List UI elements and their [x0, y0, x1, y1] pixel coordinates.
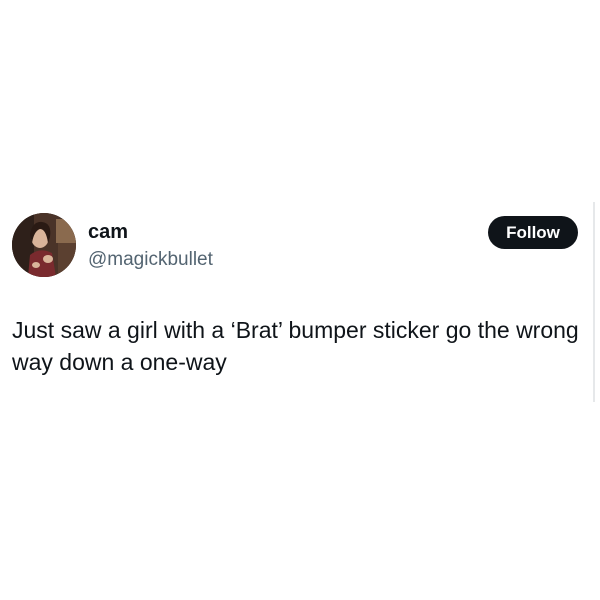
tweet-text: Just saw a girl with a ‘Brat’ bumper sti…: [12, 317, 579, 375]
profile-photo-icon: [12, 213, 76, 277]
edge-divider: [593, 202, 595, 402]
user-handle[interactable]: @magickbullet: [88, 247, 213, 273]
follow-button[interactable]: Follow: [488, 216, 578, 249]
avatar[interactable]: [12, 213, 76, 277]
tweet-card: cam @magickbullet Follow Just saw a girl…: [0, 0, 600, 600]
display-name[interactable]: cam: [88, 219, 128, 245]
